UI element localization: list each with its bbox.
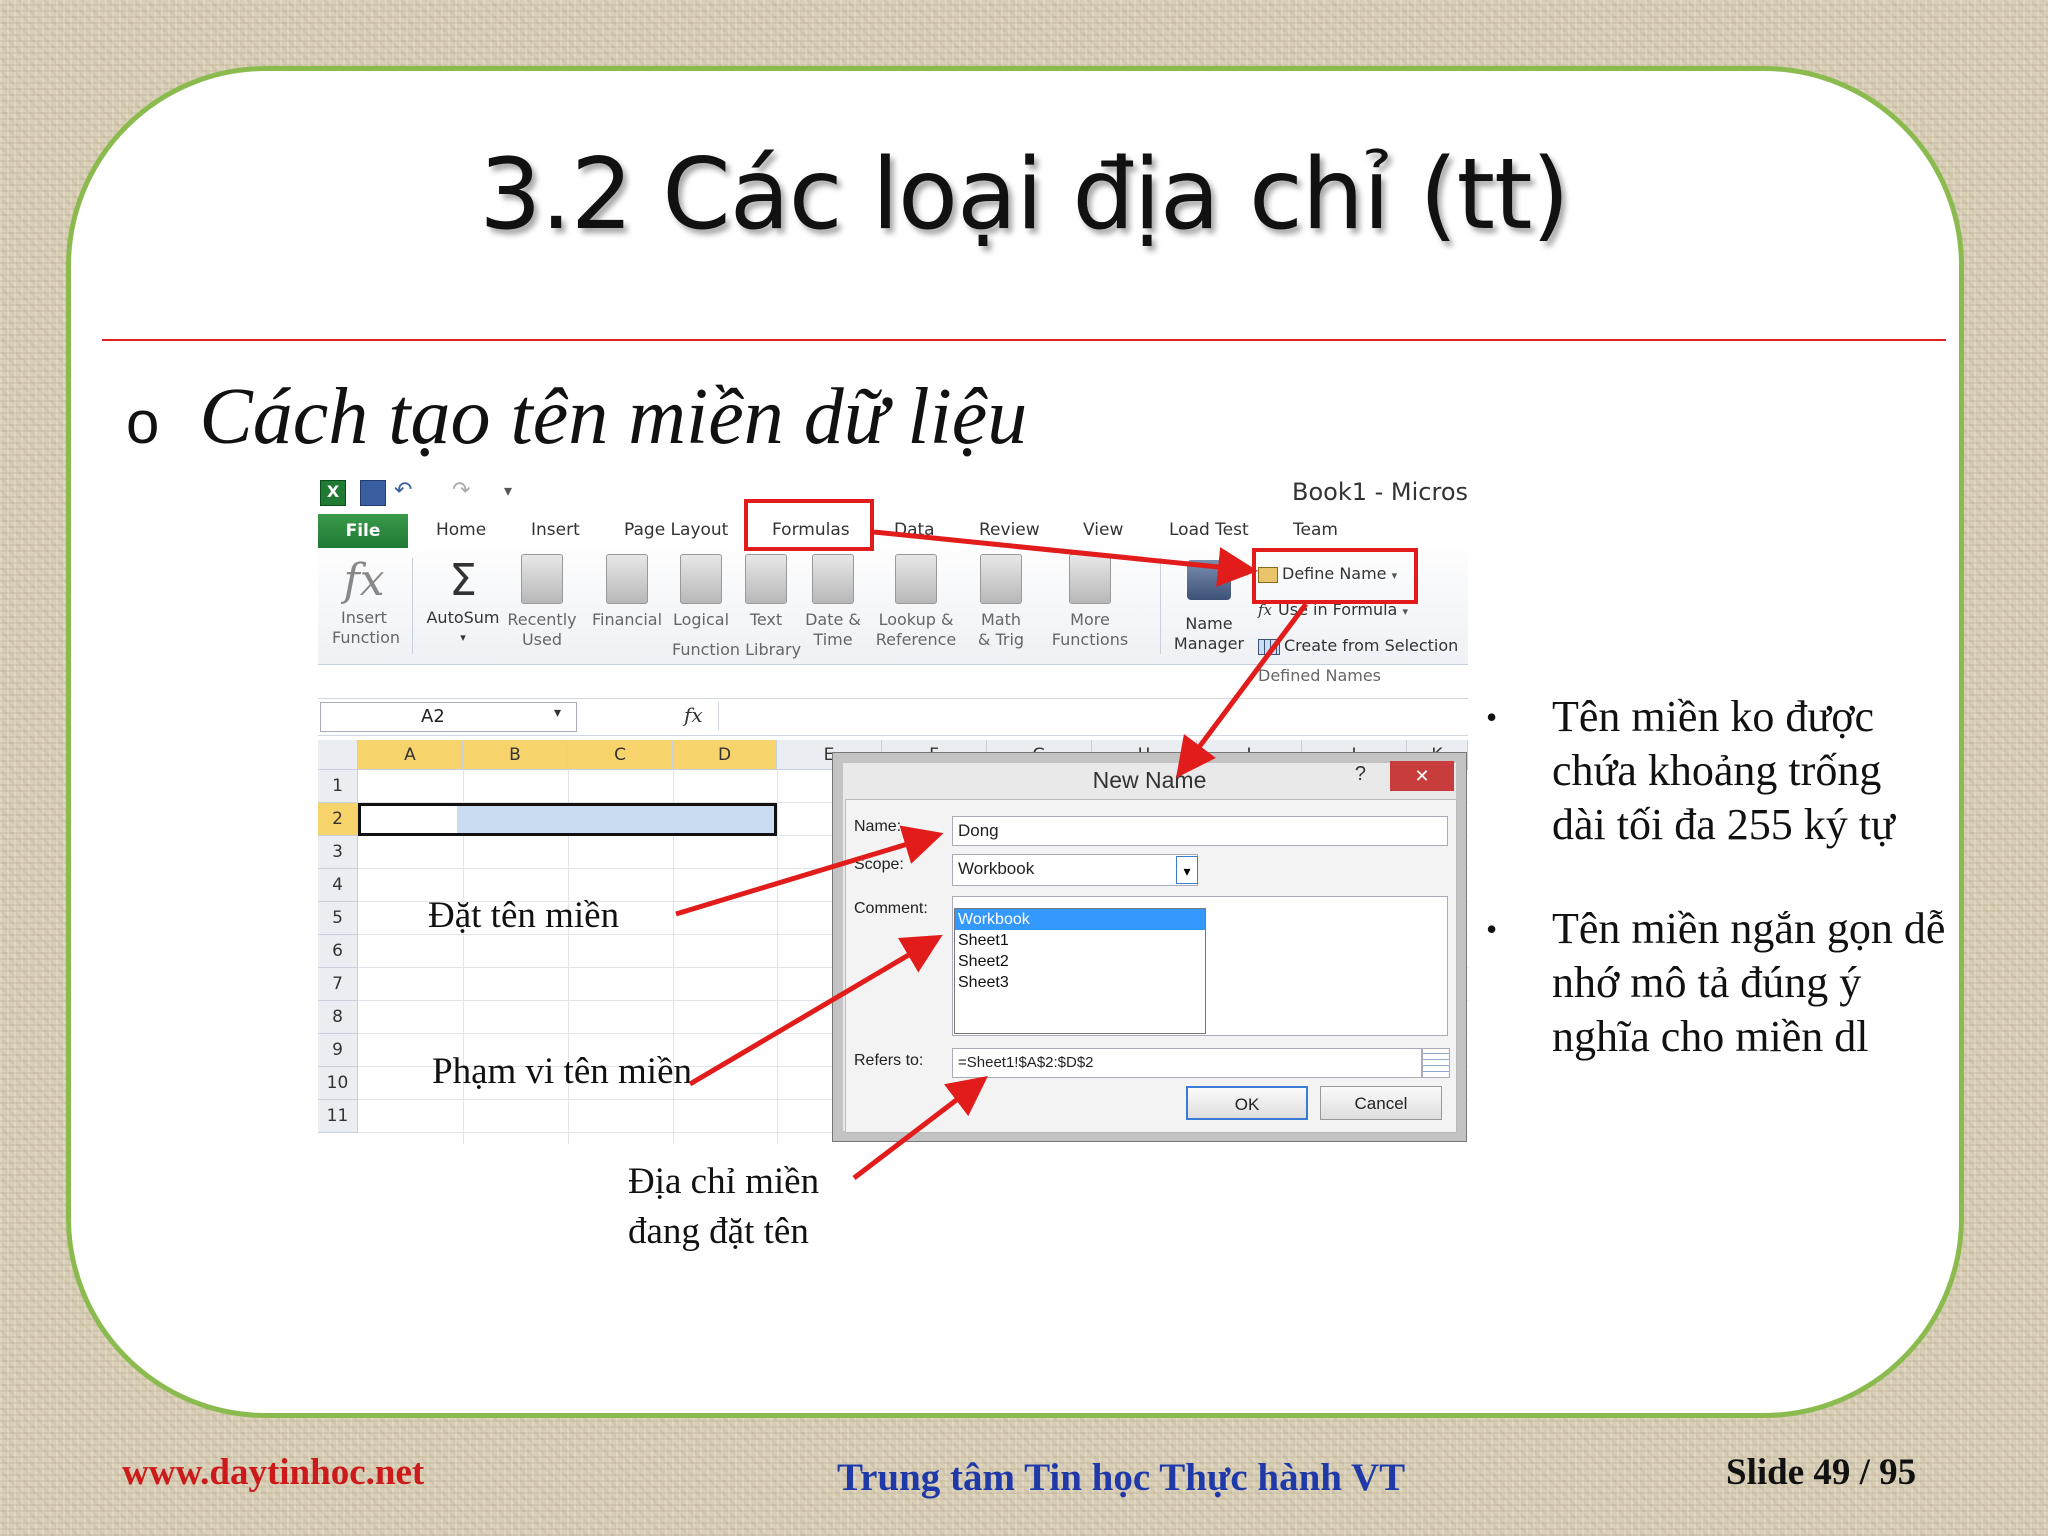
arrow-formulas-to-define-name <box>873 529 1258 587</box>
footer-center-name: Trung tâm Tin học Thực hành VT <box>837 1456 1406 1499</box>
arrow-to-refers-field <box>852 1075 988 1180</box>
arrow-to-scope-field <box>688 934 943 1087</box>
footer-website[interactable]: www.daytinhoc.net <box>122 1451 424 1494</box>
arrow-to-name-field <box>675 825 944 917</box>
footer-slide-number: Slide 49 / 95 <box>1726 1452 1917 1493</box>
arrow-define-name-to-dialog <box>1176 602 1309 779</box>
annotation-arrows <box>675 529 1309 1180</box>
